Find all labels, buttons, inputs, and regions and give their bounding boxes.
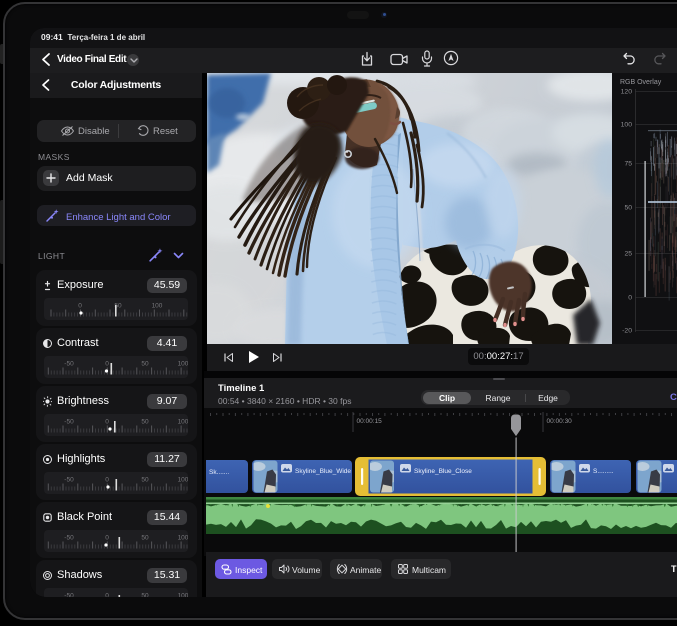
svg-text:-50: -50 <box>64 361 74 368</box>
svg-text:100: 100 <box>152 303 163 310</box>
svg-text:0: 0 <box>105 593 109 598</box>
svg-text:50: 50 <box>141 419 149 426</box>
svg-text:Skyline_Blue_Close: Skyline_Blue_Close <box>414 468 472 475</box>
svg-text:100: 100 <box>178 361 188 368</box>
svg-text:RGB Overlay: RGB Overlay <box>620 79 662 86</box>
svg-text:100: 100 <box>178 477 188 484</box>
svg-text:50: 50 <box>141 535 149 542</box>
svg-text:-50: -50 <box>64 419 74 426</box>
svg-text:100: 100 <box>178 593 188 598</box>
svg-text:Skyline_Blue_Wide: Skyline_Blue_Wide <box>295 468 351 475</box>
svg-text:100: 100 <box>178 535 188 542</box>
svg-text:0: 0 <box>105 419 109 426</box>
svg-text:120: 120 <box>621 89 633 96</box>
svg-text:-50: -50 <box>64 477 74 484</box>
svg-text:50: 50 <box>141 361 149 368</box>
svg-text:S.........: S......... <box>593 468 614 475</box>
svg-text:75: 75 <box>624 161 632 168</box>
svg-text:0: 0 <box>105 535 109 542</box>
svg-text:25: 25 <box>624 251 632 258</box>
svg-text:0: 0 <box>105 361 109 368</box>
svg-text:0: 0 <box>105 477 109 484</box>
svg-text:50: 50 <box>141 593 149 598</box>
svg-text:-50: -50 <box>64 535 74 542</box>
svg-text:50: 50 <box>141 477 149 484</box>
svg-text:0: 0 <box>628 295 632 302</box>
svg-text:-20: -20 <box>622 328 632 335</box>
svg-text:-50: -50 <box>64 593 74 598</box>
svg-text:100: 100 <box>621 122 633 129</box>
svg-text:100: 100 <box>178 419 188 426</box>
svg-text:Sk.......: Sk....... <box>209 469 229 476</box>
svg-text:50: 50 <box>624 205 632 212</box>
svg-text:0: 0 <box>78 303 82 310</box>
